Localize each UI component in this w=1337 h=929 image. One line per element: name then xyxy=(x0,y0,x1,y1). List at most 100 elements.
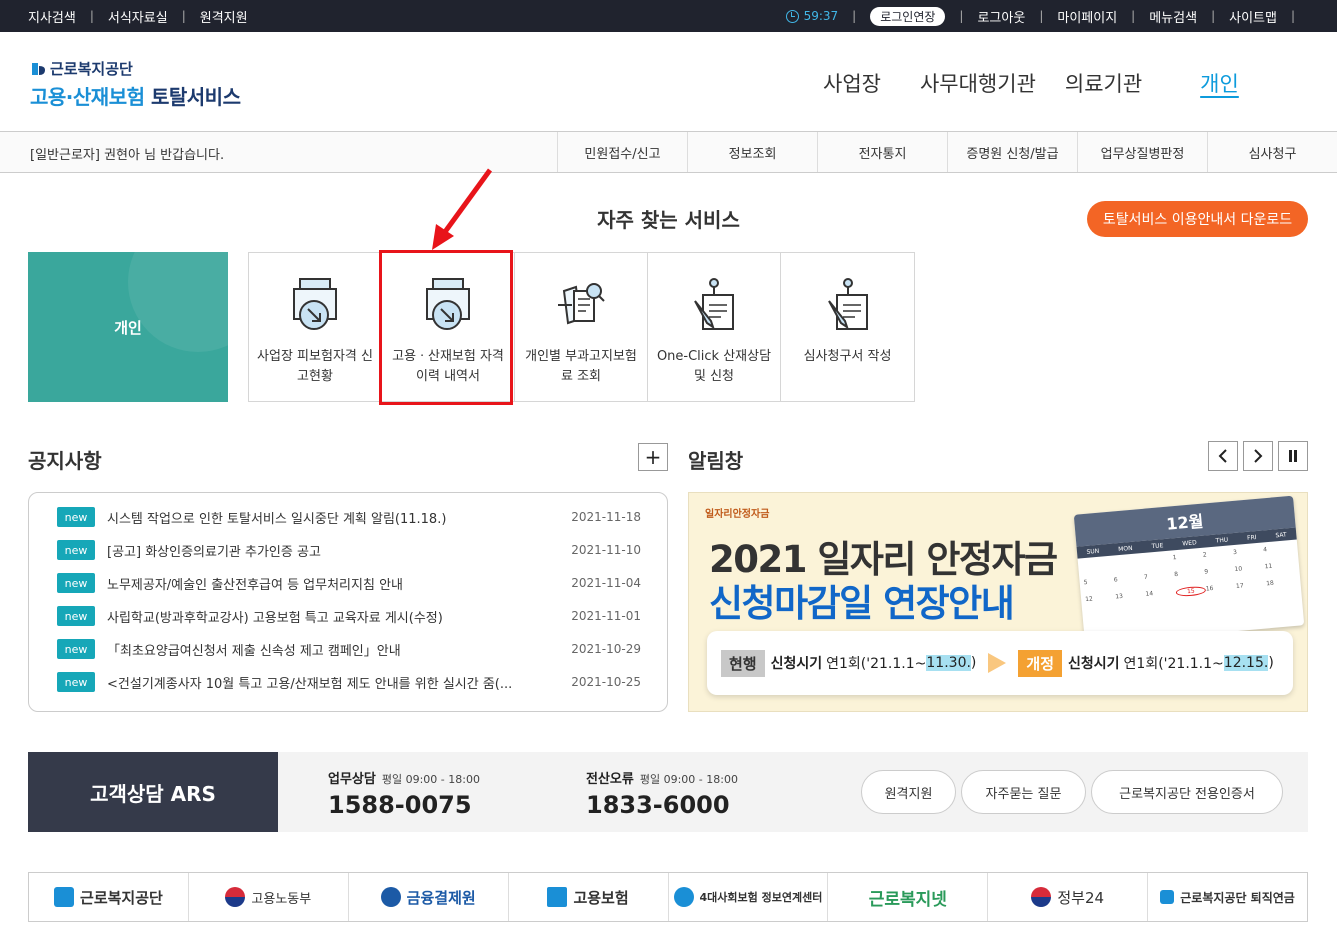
individual-tile: 개인 xyxy=(28,252,228,402)
nav-workplace[interactable]: 사업장 xyxy=(823,68,881,98)
logout-link[interactable]: 로그아웃 xyxy=(977,7,1025,26)
nav-individual[interactable]: 개인 xyxy=(1200,68,1239,98)
subnav-certificate[interactable]: 증명원 신청/발급 xyxy=(947,132,1077,172)
certificate-button[interactable]: 근로복지공단 전용인증서 xyxy=(1091,770,1283,814)
menu-search-link[interactable]: 메뉴검색 xyxy=(1149,7,1197,26)
notice-list: new 시스템 작업으로 인한 토탈서비스 일시중단 계획 알림(11.18.)… xyxy=(28,492,668,712)
nav-medical[interactable]: 의료기관 xyxy=(1065,68,1142,98)
list-item[interactable]: new 노무제공자/예술인 출산전후급여 등 업무처리지침 안내 2021-11… xyxy=(57,572,641,594)
banner-headline-2: 신청마감일 연장안내 xyxy=(709,582,1015,625)
footer-logo-ei[interactable]: 고용보험 xyxy=(509,873,669,921)
document-arrow-icon xyxy=(293,278,337,330)
site-logo[interactable]: 근로복지공단 고용·산재보험 토탈서비스 xyxy=(30,58,241,110)
subnav-info-lookup[interactable]: 정보조회 xyxy=(687,132,817,172)
mypage-link[interactable]: 마이페이지 xyxy=(1057,7,1117,26)
list-item[interactable]: new [공고] 화상인증의료기관 추가인증 공고 2021-11-10 xyxy=(57,539,641,561)
list-item[interactable]: new <건설기계종사자 10월 특고 고용/산재보험 제도 안내를 위한 실시… xyxy=(57,671,641,693)
subnav-e-notice[interactable]: 전자통지 xyxy=(817,132,947,172)
comwel-logo-icon xyxy=(32,62,45,75)
top-left-links: 지사검색 | 서식자료실 | 원격지원 xyxy=(28,0,248,32)
forms-library-link[interactable]: 서식자료실 xyxy=(108,7,168,26)
service-premium-lookup[interactable]: 개인별 부과고지보험료 조회 xyxy=(515,253,648,401)
clock-icon xyxy=(785,9,799,23)
service-qualification-history[interactable]: 고용ㆍ산재보험 자격 이력 내역서 xyxy=(382,253,515,401)
footer-logo-pension[interactable]: 근로복지공단 퇴직연금 xyxy=(1148,873,1307,921)
service-prefix: 고용·산재보험 xyxy=(30,85,145,109)
alert-title: 알림창 xyxy=(688,449,744,473)
footer-logos: 근로복지공단 고용노동부 금융결제원 고용보험 4대사회보험 정보연계센터 근로… xyxy=(28,872,1308,922)
employment-insurance-icon xyxy=(547,887,568,907)
pen-document-icon xyxy=(694,278,734,330)
top-utility-bar: 지사검색 | 서식자료실 | 원격지원 59:37 | 로그인연장 | 로그아웃… xyxy=(0,0,1337,32)
chevron-right-icon xyxy=(1254,449,1263,463)
calendar-graphic: 12월 SUN MON TUE WED THU FRI SAT 1234 567… xyxy=(1073,495,1305,645)
new-badge: new xyxy=(57,540,95,560)
current-tag: 현행 xyxy=(721,649,765,677)
taegeuk-icon xyxy=(1031,887,1052,907)
notice-more-button[interactable]: + xyxy=(638,443,668,471)
footer-logo-kftc[interactable]: 금융결제원 xyxy=(349,873,509,921)
service-suffix: 토탈서비스 xyxy=(150,85,241,109)
remote-support-link[interactable]: 원격지원 xyxy=(200,7,248,26)
frequent-services-list: 사업장 피보험자격 신고현황 고용ㆍ산재보험 자격 이력 내역서 개인별 부과고… xyxy=(248,252,915,402)
main-nav: 사업장 사무대행기관 의료기관 개인 xyxy=(823,68,1239,98)
service-review-form[interactable]: 심사청구서 작성 xyxy=(781,253,914,401)
document-arrow-icon xyxy=(426,278,470,330)
it-phone-number: 1833-6000 xyxy=(586,791,730,819)
alert-banner[interactable]: 일자리안정자금 2021 일자리 안정자금 신청마감일 연장안내 12월 SUN… xyxy=(688,492,1308,712)
footer-logo-worknet[interactable]: 근로복지넷 xyxy=(828,873,989,921)
new-badge: new xyxy=(57,606,95,626)
new-tag: 개정 xyxy=(1018,649,1062,677)
comwel-logo-icon xyxy=(1160,890,1175,904)
org-name: 근로복지공단 xyxy=(50,60,133,78)
top-right-links: 59:37 | 로그인연장 | 로그아웃 | 마이페이지 | 메뉴검색 | 사이… xyxy=(785,0,1309,32)
footer-logo-comwel[interactable]: 근로복지공단 xyxy=(29,873,189,921)
pen-document-icon xyxy=(827,278,868,330)
greeting-text: [일반근로자] 권현아 님 반갑습니다. xyxy=(30,148,225,163)
new-badge: new xyxy=(57,639,95,659)
pause-icon xyxy=(1289,450,1297,462)
service-one-click-consult[interactable]: One-Click 산재상담 및 신청 xyxy=(648,253,781,401)
banner-pause-button[interactable] xyxy=(1278,441,1308,471)
comwel-logo-icon xyxy=(54,887,75,907)
banner-prev-button[interactable] xyxy=(1208,441,1238,471)
footer-logo-4insure[interactable]: 4대사회보험 정보연계센터 xyxy=(669,873,829,921)
nav-agency[interactable]: 사무대행기관 xyxy=(920,68,1036,98)
work-consult-block: 업무상담 평일 09:00 - 18:00 1588-0075 xyxy=(328,772,480,819)
remote-support-button[interactable]: 원격지원 xyxy=(861,770,956,814)
footer-logo-gov24[interactable]: 정부24 xyxy=(988,873,1149,921)
insurance-link-icon xyxy=(673,887,694,907)
subnav-civil-apply[interactable]: 민원접수/신고 xyxy=(557,132,687,172)
branch-search-link[interactable]: 지사검색 xyxy=(28,7,76,26)
list-item[interactable]: new 「최초요양급여신청서 제출 신속성 제고 캠페인」안내 2021-10-… xyxy=(57,638,641,660)
list-item[interactable]: new 사립학교(방과후학교강사) 고용보험 특고 교육자료 게시(수정) 20… xyxy=(57,605,641,627)
notice-title: 공지사항 xyxy=(28,449,102,473)
sitemap-link[interactable]: 사이트맵 xyxy=(1229,7,1277,26)
banner-small-logo: 일자리안정자금 xyxy=(705,509,770,520)
footer-logo-moel[interactable]: 고용노동부 xyxy=(189,873,349,921)
ars-title: 고객상담 ARS xyxy=(28,752,278,832)
sub-menu-bar: [일반근로자] 권현아 님 반갑습니다. 민원접수/신고 정보조회 전자통지 증… xyxy=(0,131,1337,173)
subnav-review-request[interactable]: 심사청구 xyxy=(1207,132,1337,172)
banner-period-info: 현행 신청시기 연1회('21.1.1~ 11.30.) 개정 신청시기 연1회(… xyxy=(707,631,1293,695)
banner-next-button[interactable] xyxy=(1243,441,1273,471)
globe-icon xyxy=(380,887,401,907)
work-phone-number: 1588-0075 xyxy=(328,791,472,819)
new-badge: new xyxy=(57,507,95,527)
it-error-block: 전산오류 평일 09:00 - 18:00 1833-6000 xyxy=(586,772,738,819)
faq-button[interactable]: 자주묻는 질문 xyxy=(961,770,1086,814)
service-insured-status[interactable]: 사업장 피보험자격 신고현황 xyxy=(249,253,382,401)
extend-login-button[interactable]: 로그인연장 xyxy=(870,6,946,26)
guide-download-button[interactable]: 토탈서비스 이용안내서 다운로드 xyxy=(1087,201,1308,237)
chevron-left-icon xyxy=(1218,449,1227,463)
play-arrow-icon xyxy=(988,653,1007,673)
new-badge: new xyxy=(57,573,95,593)
taegeuk-icon xyxy=(225,887,246,907)
subnav-disease-judgement[interactable]: 업무상질병판정 xyxy=(1077,132,1207,172)
session-timer: 59:37 xyxy=(785,9,838,23)
sub-nav: 민원접수/신고 정보조회 전자통지 증명원 신청/발급 업무상질병판정 심사청구 xyxy=(557,132,1337,172)
contact-bar: 고객상담 ARS 업무상담 평일 09:00 - 18:00 1588-0075 … xyxy=(28,752,1308,832)
receipt-search-icon xyxy=(558,283,605,325)
new-badge: new xyxy=(57,672,95,692)
list-item[interactable]: new 시스템 작업으로 인한 토탈서비스 일시중단 계획 알림(11.18.)… xyxy=(57,506,641,528)
